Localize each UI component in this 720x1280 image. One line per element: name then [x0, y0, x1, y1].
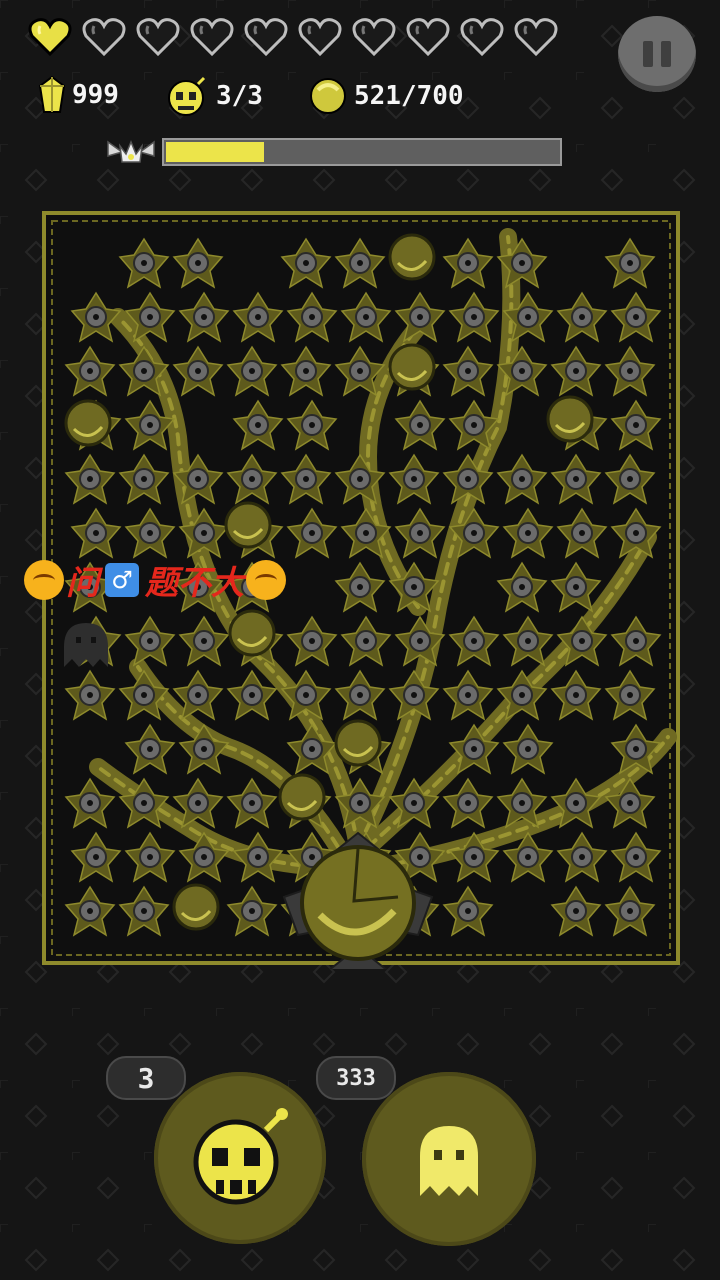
health-hearts: [28, 14, 558, 58]
heart-empty-icon: [352, 18, 396, 57]
pause-button[interactable]: [618, 16, 696, 92]
heart-empty-icon: [244, 18, 288, 57]
gem-icon: [38, 76, 66, 113]
upside-down-face-emoji-icon: [246, 560, 286, 600]
caption-text-part2: 题不大: [145, 563, 244, 602]
progress-fill: [166, 142, 264, 162]
seed-pod: [388, 233, 436, 281]
pause-icon: [643, 41, 653, 67]
heart-empty-icon: [298, 18, 342, 57]
coins-value: 521/700: [354, 81, 464, 111]
seed-pod: [546, 395, 594, 443]
caption-text-part1: 问: [66, 563, 99, 602]
seed-pod: [172, 883, 220, 931]
progress-bar: [162, 138, 562, 166]
upside-down-face-emoji-icon: [24, 560, 64, 600]
skull-bomb-ability-button[interactable]: [154, 1072, 326, 1244]
seed-pod: [64, 399, 112, 447]
heart-empty-icon: [460, 18, 504, 57]
skull-bomb-icon: [193, 1108, 288, 1205]
skull-bombs-counter: 3/3: [166, 76, 263, 116]
heart-empty-icon: [514, 18, 558, 57]
heart-full-icon: [28, 18, 72, 57]
heart-empty-icon: [190, 18, 234, 57]
seed-pod: [388, 343, 436, 391]
seed-pod: [228, 609, 276, 657]
seed-pod: [278, 773, 326, 821]
heart-empty-icon: [406, 18, 450, 57]
gems-counter: 999: [38, 76, 119, 114]
coins-counter: 521/700: [308, 76, 464, 116]
winged-crown-icon: [107, 140, 155, 163]
seed-pod: [224, 501, 272, 549]
gems-value: 999: [72, 80, 119, 110]
heart-empty-icon: [136, 18, 180, 57]
level-progress: [104, 132, 562, 172]
ghost-ability-button[interactable]: [362, 1072, 536, 1246]
ghost-icon: [420, 1126, 478, 1196]
heart-empty-icon: [82, 18, 126, 57]
skull-bomb-icon: [168, 76, 206, 116]
skull-bombs-value: 3/3: [216, 81, 263, 111]
overlay-caption: 问 ♂ 题不大: [24, 556, 286, 604]
male-sign-emoji-icon: ♂: [105, 563, 139, 597]
seed-pod: [334, 719, 382, 767]
coin-icon: [310, 78, 346, 114]
